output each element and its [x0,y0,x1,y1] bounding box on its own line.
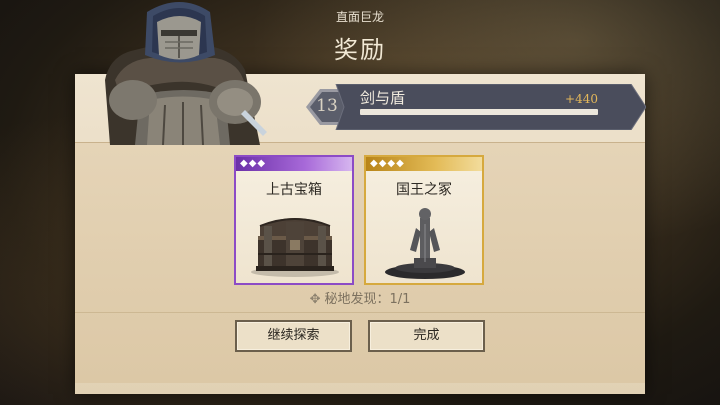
reward-name: 上古宝箱 [266,182,322,198]
achievement-banner [306,84,646,130]
reward-panel-body [75,142,645,383]
divider [75,312,645,313]
discovery-text: 秘地发现：1/1 [324,292,411,307]
achievement-progress-bar [360,109,598,115]
continue-explore-button[interactable]: 继续探索 [235,320,352,352]
achievement-name: 剑与盾 [360,89,406,107]
achievement-progress-fill [360,109,598,115]
reward-name: 国王之冢 [396,182,452,198]
achievement-level: 13 [316,96,338,116]
discovery-status: ✥ 秘地发现：1/1 [0,288,720,307]
rarity-bar: ◆◆◆◆ [366,157,482,171]
rarity-gems: ◆◆◆ [240,158,267,169]
knight-character-image [105,2,267,145]
rarity-bar: ◆◆◆ [236,157,352,171]
king-statue-icon [385,208,465,279]
compass-icon: ✥ [309,292,321,307]
rarity-gems: ◆◆◆◆ [370,158,405,169]
reward-card-king-tomb[interactable]: ◆◆◆◆ 国王之冢 [364,155,484,285]
experience-gain: +440 [565,92,598,106]
done-button[interactable]: 完成 [368,320,485,352]
reward-card-ancient-chest[interactable]: ◆◆◆ 上古宝箱 [234,155,354,285]
ancient-chest-icon [251,218,339,277]
